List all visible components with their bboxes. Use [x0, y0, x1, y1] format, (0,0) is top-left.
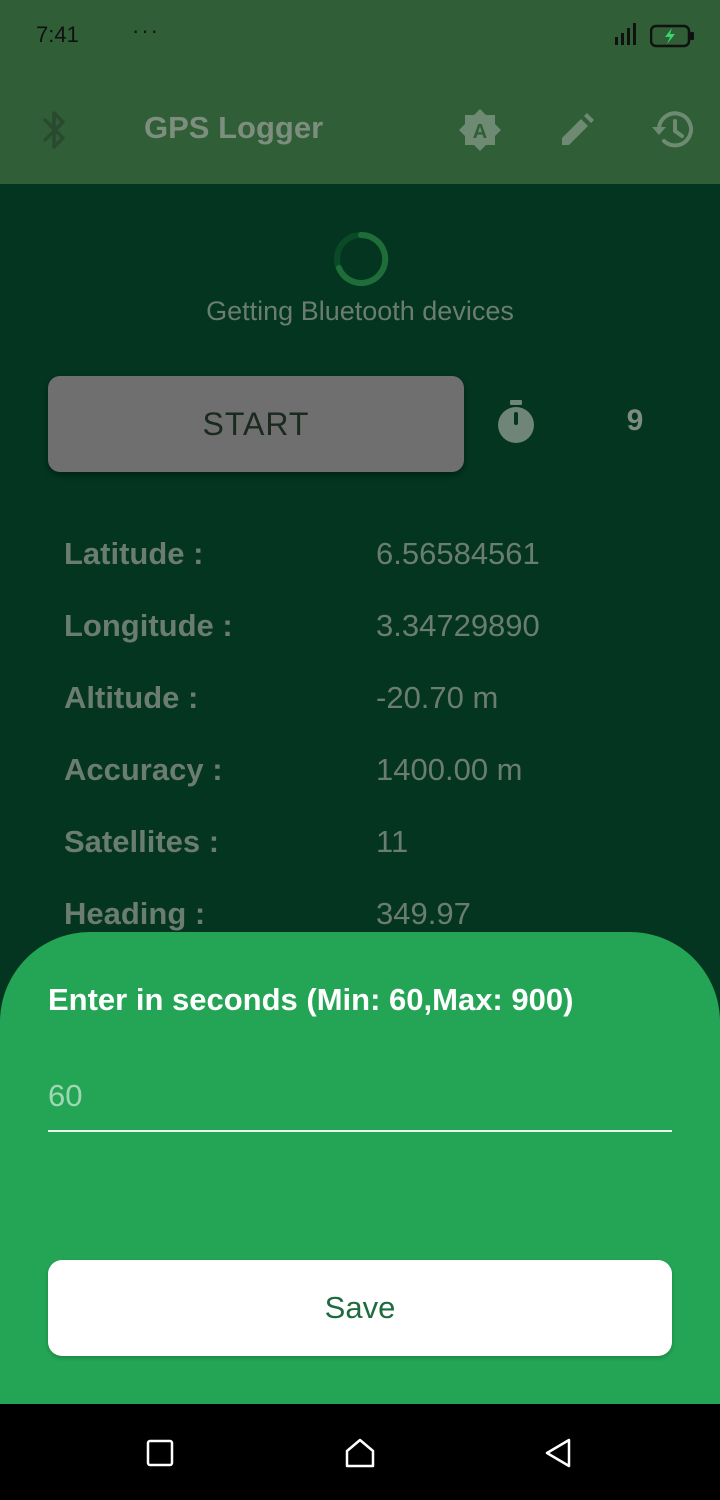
accuracy-row: Accuracy : 1400.00 m [64, 752, 664, 802]
heading-label: Heading : [64, 896, 206, 931]
home-icon[interactable] [335, 1428, 385, 1478]
main-content: Getting Bluetooth devices START 9 Latitu… [0, 184, 720, 944]
history-icon[interactable] [646, 104, 698, 156]
timer-icon[interactable] [494, 398, 538, 451]
battery-charging-icon [649, 24, 696, 53]
latitude-value: 6.56584561 [376, 536, 540, 571]
loading-spinner [332, 230, 390, 293]
heading-value: 349.97 [376, 896, 471, 931]
timer-value: 9 [626, 404, 644, 437]
app-title: GPS Logger [144, 110, 324, 145]
system-nav-bar [0, 1404, 720, 1500]
seconds-input[interactable] [48, 1062, 672, 1132]
satellites-value: 11 [376, 824, 409, 859]
accuracy-label: Accuracy : [64, 752, 223, 787]
more-notifications-icon: ··· [132, 18, 160, 43]
altitude-value: -20.70 m [376, 680, 499, 715]
status-bar: 7:41 ··· [0, 0, 720, 72]
signal-icon [614, 22, 640, 51]
status-time: 7:41 [36, 22, 79, 47]
latitude-label: Latitude : [64, 536, 204, 571]
save-button[interactable]: Save [48, 1260, 672, 1356]
start-button[interactable]: START [48, 376, 464, 472]
altitude-label: Altitude : [64, 680, 199, 715]
altitude-row: Altitude : -20.70 m [64, 680, 664, 730]
longitude-row: Longitude : 3.34729890 [64, 608, 664, 658]
latitude-row: Latitude : 6.56584561 [64, 536, 664, 586]
back-icon[interactable] [533, 1428, 583, 1478]
accuracy-value: 1400.00 m [376, 752, 523, 787]
brightness-auto-icon[interactable]: A [454, 104, 506, 156]
bluetooth-icon[interactable] [28, 104, 80, 156]
svg-text:A: A [473, 121, 487, 143]
satellites-label: Satellites : [64, 824, 220, 859]
longitude-value: 3.34729890 [376, 608, 540, 643]
longitude-label: Longitude : [64, 608, 233, 643]
recents-icon[interactable] [135, 1428, 185, 1478]
sheet-title: Enter in seconds (Min: 60,Max: 900) [48, 982, 574, 1017]
edit-icon[interactable] [550, 104, 602, 156]
app-bar: GPS Logger A [0, 72, 720, 184]
satellites-row: Satellites : 11 [64, 824, 664, 874]
loading-text: Getting Bluetooth devices [206, 296, 514, 326]
interval-bottom-sheet: Enter in seconds (Min: 60,Max: 900) Save [0, 932, 720, 1404]
